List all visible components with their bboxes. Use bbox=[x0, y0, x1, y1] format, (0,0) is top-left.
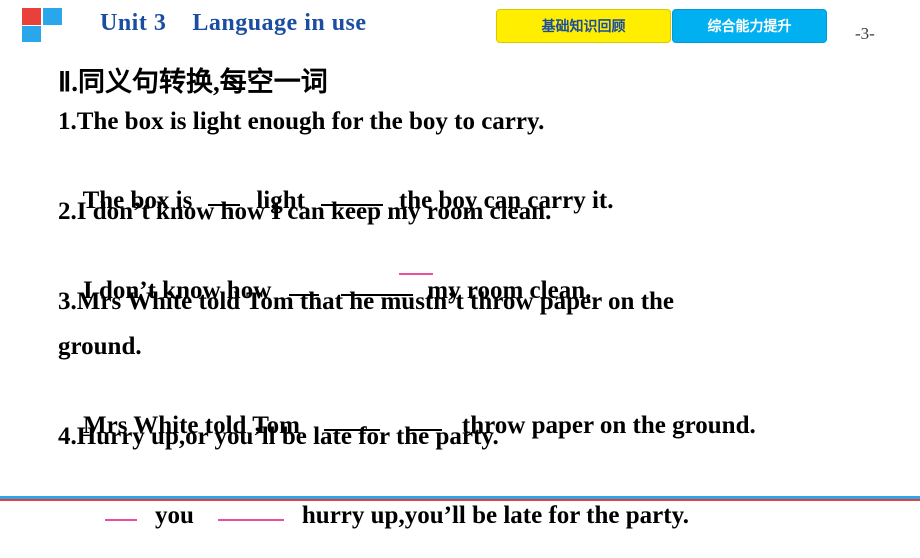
question-1: 1.The box is light enough for the boy to… bbox=[58, 108, 545, 135]
exercise-content: Ⅱ.同义句转换,每空一词 1.The box is light enough f… bbox=[0, 52, 920, 529]
tab-basic-review[interactable]: 基础知识回顾 bbox=[496, 9, 671, 43]
question-3-line-1: 3.Mrs White told Tom that he mustn’t thr… bbox=[58, 288, 675, 315]
footer-line-red bbox=[0, 499, 920, 501]
logo-square-blue-top bbox=[43, 8, 62, 25]
footer-bar bbox=[0, 492, 920, 518]
logo-square-blue-bottom bbox=[22, 26, 41, 42]
page-title: Unit 3 Language in use bbox=[100, 10, 367, 36]
question-3-line-2: ground. bbox=[58, 333, 142, 360]
logo-square-red bbox=[22, 8, 41, 25]
answer-3-post: throw paper on the ground. bbox=[461, 412, 756, 439]
page-header: Unit 3 Language in use 基础知识回顾 综合能力提升 -3- bbox=[0, 0, 920, 52]
page-number: -3- bbox=[855, 24, 875, 43]
pink-underline-mark-2 bbox=[399, 273, 433, 275]
question-2: 2.I don’t know how I can keep my room cl… bbox=[58, 198, 552, 225]
tab-comprehensive-improve[interactable]: 综合能力提升 bbox=[672, 9, 827, 43]
section-heading: Ⅱ.同义句转换,每空一词 bbox=[58, 67, 328, 97]
question-4: 4.Hurry up,or you’ll be late for the par… bbox=[58, 423, 499, 450]
logo-icon bbox=[22, 8, 62, 42]
logo-square-white bbox=[43, 26, 62, 42]
